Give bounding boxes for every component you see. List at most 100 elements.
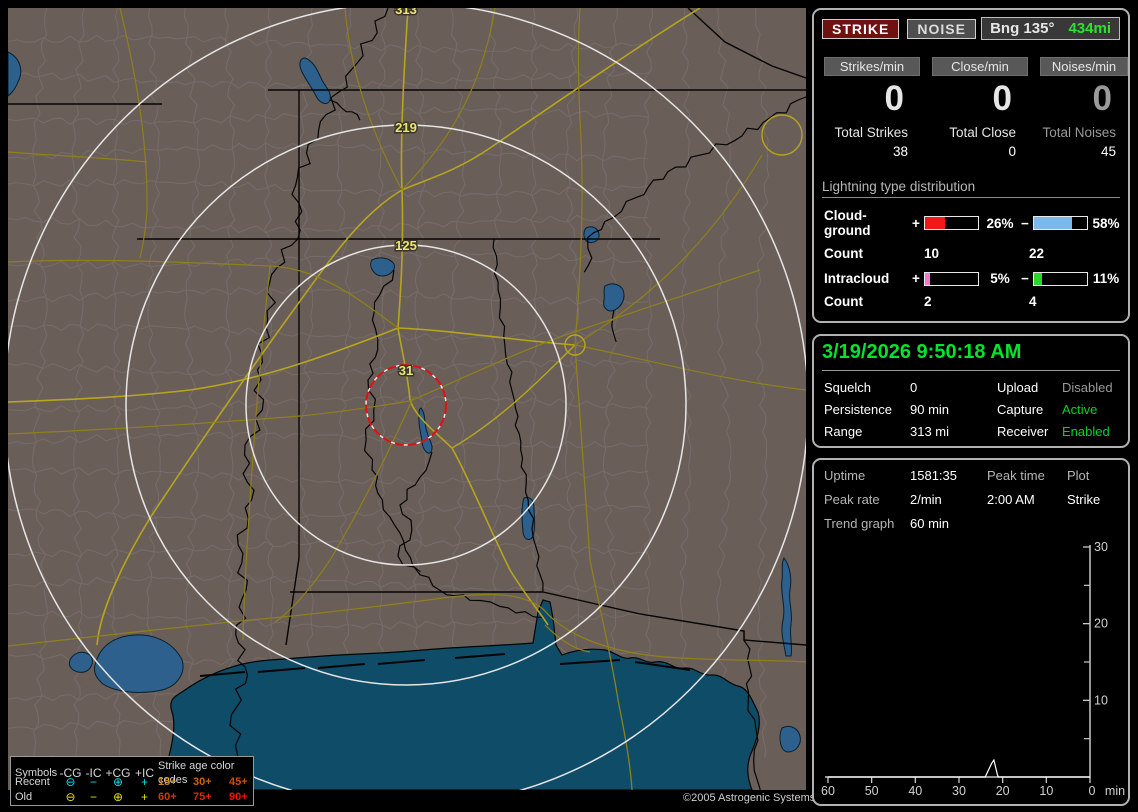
cg-plus-count: 10 [924,246,940,261]
status-panel: 3/19/2026 9:50:18 AM Squelch 0 Upload Di… [812,334,1130,448]
neg-cg-old-icon: ⊖ [65,789,76,804]
ic-minus-pct: 11% [1092,271,1120,286]
svg-text:20: 20 [996,784,1010,798]
cg-minus-bar [1033,216,1088,230]
ring-label-219: 219 [395,120,417,135]
ring-label-31: 31 [399,363,413,378]
legend-old-label: Old [15,790,33,803]
capture-status: Active [1062,402,1098,417]
peak-time-value: 2:00 AM [987,492,1035,507]
range-value: 313 mi [910,424,950,439]
minus-sign: − [1021,271,1029,286]
squelch-value: 0 [910,380,918,395]
age-30: 30+ [193,775,212,788]
ic-minus-bar-fill [1034,272,1042,285]
app-window: 313 219 125 31 Symbols -CG -IC +CG +IC S… [0,0,1138,812]
peak-rate-label: Peak rate [824,492,880,507]
svg-text:50: 50 [865,784,879,798]
cg-minus-pct: 58% [1092,215,1120,231]
svg-text:10: 10 [1039,784,1053,798]
strikes-per-min-value: 0 [884,79,904,118]
cg-minus-count: 22 [1029,246,1045,261]
persistence-label: Persistence [824,402,892,417]
peak-rate-value: 2/min [910,492,942,507]
noises-per-min-value: 0 [1092,79,1112,118]
distribution-title: Lightning type distribution [822,179,1120,198]
status-grid: Squelch 0 Upload Disabled Persistence 90… [824,380,1128,439]
receiver-label: Receiver [997,424,1049,439]
neg-ic-old-icon: − [89,789,97,804]
legend-header-row: Symbols -CG -IC +CG +IC Strike age color… [15,759,253,786]
lightning-map[interactable]: 313 219 125 31 [8,8,806,790]
plot-value: Strike [1067,492,1101,507]
svg-text:30: 30 [1094,540,1108,554]
ic-minus-bar [1033,271,1088,286]
ic-plus-bar-fill [925,272,930,285]
ic-plus-bar [924,271,979,286]
legend-old-row: Old ⊖ − ⊕ + 60+ 75+ 90+ [15,789,253,804]
legend-recent-label: Recent [15,775,50,788]
plus-sign: + [912,271,920,286]
svg-text:60: 60 [821,784,835,798]
bearing-readout: Bng 135° 434mi [981,17,1120,40]
ic-minus-count: 4 [1029,294,1037,309]
pos-cg-old-icon: ⊕ [112,789,124,804]
cg-minus-bar-fill [1034,217,1073,229]
pos-ic-old-icon: + [140,789,148,804]
total-strikes-label: Total Strikes [834,125,908,140]
bearing-value: Bng 135° [990,20,1055,37]
svg-text:40: 40 [908,784,922,798]
symbols-legend: Symbols -CG -IC +CG +IC Strike age color… [10,756,254,806]
persistence-value: 90 min [910,402,950,417]
total-strikes-value: 38 [892,144,908,159]
close-per-min-chip: Close/min [932,57,1028,76]
legend-recent-row: Recent ⊖ − ⊕ + 15+ 30+ 45+ [15,774,253,789]
capture-label: Capture [997,402,1044,417]
age-45: 45+ [229,775,248,788]
close-per-min-value: 0 [992,79,1012,118]
receiver-status: Enabled [1062,424,1110,439]
strikes-per-min-chip: Strikes/min [824,57,920,76]
distance-value: 434mi [1068,20,1111,37]
cg-count-label: Count [824,246,863,261]
ic-plus-pct: 5% [990,271,1010,286]
age-75: 75+ [193,790,212,803]
total-noises-value: 45 [1100,144,1116,159]
noise-mode-button[interactable]: NOISE [907,18,976,39]
cloud-ground-row: Cloud-ground + 26% − 58% [824,208,1128,238]
mode-toggle-row: STRIKE NOISE Bng 135° 434mi [822,17,1120,40]
svg-text:min: min [1105,784,1125,798]
plot-label: Plot [1067,468,1090,483]
total-close-label: Total Close [949,125,1016,140]
copyright-text: ©2005 Astrogenic Systems [683,792,816,804]
total-noises-label: Total Noises [1042,125,1116,140]
intracloud-count-row: Count 2 4 [824,294,1128,309]
upload-label: Upload [997,380,1039,395]
age-90: 90+ [229,790,248,803]
svg-text:20: 20 [1094,617,1108,631]
ring-label-125: 125 [395,238,417,253]
neg-ic-recent-icon: − [89,774,97,789]
svg-text:30: 30 [952,784,966,798]
strike-stats-panel: STRIKE NOISE Bng 135° 434mi Strikes/min C… [812,8,1130,323]
total-close-value: 0 [1008,144,1016,159]
uptime-label: Uptime [824,468,866,483]
cloud-ground-count-row: Count 10 22 [824,246,1128,261]
uptime-trend-panel: Uptime 1581:35 Peak time Plot Peak rate … [812,458,1130,806]
neg-cg-recent-icon: ⊖ [65,774,76,789]
ic-count-label: Count [824,294,863,309]
pos-ic-recent-icon: + [140,774,148,789]
intracloud-row: Intracloud + 5% − 11% [824,271,1128,286]
cg-plus-bar-fill [925,217,946,229]
upload-status: Disabled [1062,380,1113,395]
datetime-display: 3/19/2026 9:50:18 AM [822,341,1120,371]
plus-sign: + [912,215,920,231]
ring-label-313: 313 [395,8,417,17]
trend-graph: 60 50 40 30 20 10 0 min 30 20 10 [821,540,1125,798]
uptime-value: 1581:35 [910,468,957,483]
map-canvas: 313 219 125 31 [8,8,806,790]
cg-plus-pct: 26% [986,215,1014,231]
squelch-label: Squelch [824,380,871,395]
minus-sign: − [1021,215,1029,231]
strike-mode-button[interactable]: STRIKE [822,18,900,39]
